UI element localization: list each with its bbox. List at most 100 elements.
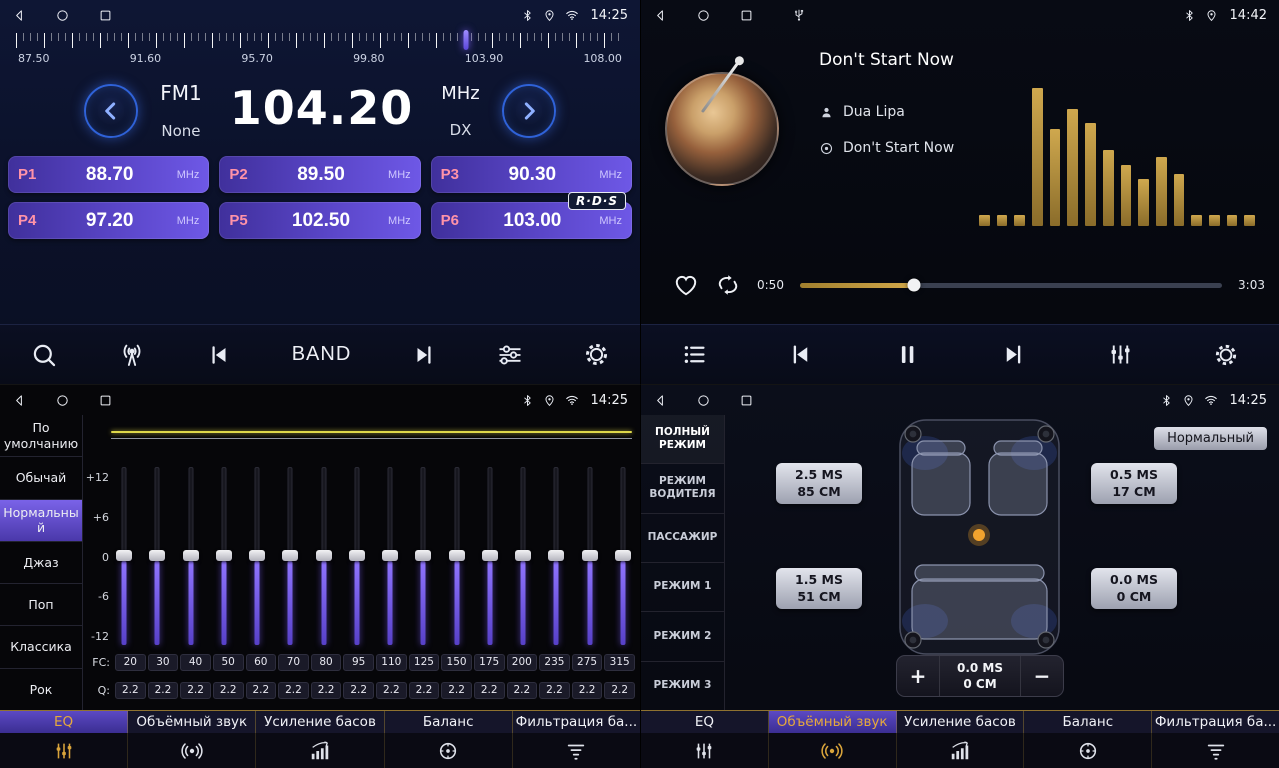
eq-q-value[interactable]: 2.2 (343, 682, 374, 699)
front-right-delay[interactable]: 0.5 MS 17 CM (1091, 463, 1177, 504)
eq-q-value[interactable]: 2.2 (278, 682, 309, 699)
eq-band-slider[interactable] (182, 467, 200, 645)
eq-q-value[interactable]: 2.2 (441, 682, 472, 699)
eq-fc-value[interactable]: 50 (213, 654, 244, 671)
eq-preset-jazz[interactable]: Джаз (0, 542, 82, 584)
preset-button-p5[interactable]: P5 102.50 MHz (219, 202, 420, 239)
eq-preset-classic[interactable]: Классика (0, 626, 82, 668)
sound-preset-button[interactable]: Нормальный (1154, 427, 1267, 450)
playlist-button[interactable] (681, 341, 708, 368)
band-button[interactable]: BAND (292, 343, 352, 366)
repeat-button[interactable] (715, 272, 741, 298)
eq-slider-handle[interactable] (316, 550, 332, 561)
eq-preset-custom[interactable]: Обычай (0, 457, 82, 499)
eq-slider-handle[interactable] (615, 550, 631, 561)
tab-filter-icon[interactable] (1152, 733, 1279, 768)
delay-increase-button[interactable]: + (897, 656, 939, 696)
eq-slider-handle[interactable] (183, 550, 199, 561)
mode-3[interactable]: РЕЖИМ 3 (641, 662, 724, 711)
eq-slider-handle[interactable] (449, 550, 465, 561)
audio-settings-button[interactable] (496, 341, 524, 369)
preset-button-p3[interactable]: P3 90.30 MHz (431, 156, 632, 193)
progress-slider[interactable] (800, 283, 1222, 288)
eq-q-value[interactable]: 2.2 (115, 682, 146, 699)
tab-balance[interactable]: Баланс (1024, 711, 1152, 733)
eq-band-slider[interactable] (414, 467, 432, 645)
tab-surround[interactable]: Объёмный звук (769, 711, 897, 733)
eq-fc-value[interactable]: 150 (441, 654, 472, 671)
tab-eq[interactable]: EQ (641, 711, 769, 733)
eq-fc-value[interactable]: 275 (572, 654, 603, 671)
tab-filter[interactable]: Фильтрация ба... (1152, 711, 1279, 733)
home-button[interactable] (55, 393, 70, 408)
tune-up-button[interactable] (502, 84, 556, 138)
mode-2[interactable]: РЕЖИМ 2 (641, 612, 724, 661)
settings-gear-button[interactable] (583, 341, 610, 368)
eq-slider-handle[interactable] (415, 550, 431, 561)
eq-preset-pop[interactable]: Поп (0, 584, 82, 626)
eq-band-slider[interactable] (215, 467, 233, 645)
eq-band-slider[interactable] (148, 467, 166, 645)
front-left-delay[interactable]: 2.5 MS 85 CM (776, 463, 862, 504)
eq-slider-handle[interactable] (382, 550, 398, 561)
eq-band-slider[interactable] (614, 467, 632, 645)
eq-q-value[interactable]: 2.2 (148, 682, 179, 699)
eq-q-value[interactable]: 2.2 (539, 682, 570, 699)
back-button[interactable] (12, 8, 27, 23)
home-button[interactable] (55, 8, 70, 23)
tab-balance[interactable]: Баланс (385, 711, 513, 733)
previous-track-button[interactable] (787, 341, 814, 368)
back-button[interactable] (653, 8, 668, 23)
eq-fc-value[interactable]: 200 (507, 654, 538, 671)
eq-slider-handle[interactable] (149, 550, 165, 561)
eq-slider-handle[interactable] (249, 550, 265, 561)
progress-thumb[interactable] (907, 279, 920, 292)
recents-button[interactable] (98, 8, 113, 23)
tab-surround-icon[interactable] (769, 733, 897, 768)
eq-fc-value[interactable]: 175 (474, 654, 505, 671)
rear-left-delay[interactable]: 1.5 MS 51 CM (776, 568, 862, 609)
preset-button-p4[interactable]: P4 97.20 MHz (8, 202, 209, 239)
mixer-button[interactable] (1107, 341, 1134, 368)
tab-bass-boost[interactable]: Усиление басов (256, 711, 384, 733)
eq-slider-handle[interactable] (282, 550, 298, 561)
eq-slider-handle[interactable] (582, 550, 598, 561)
eq-slider-handle[interactable] (548, 550, 564, 561)
eq-preset-normal[interactable]: Нормальный (0, 500, 82, 542)
eq-q-value[interactable]: 2.2 (246, 682, 277, 699)
back-button[interactable] (653, 393, 668, 408)
mode-full[interactable]: ПОЛНЫЙ РЕЖИМ (641, 415, 724, 464)
eq-band-slider[interactable] (381, 467, 399, 645)
eq-q-value[interactable]: 2.2 (507, 682, 538, 699)
eq-band-slider[interactable] (581, 467, 599, 645)
eq-q-value[interactable]: 2.2 (409, 682, 440, 699)
recents-button[interactable] (739, 8, 754, 23)
eq-q-value[interactable]: 2.2 (474, 682, 505, 699)
eq-fc-value[interactable]: 60 (246, 654, 277, 671)
eq-fc-value[interactable]: 315 (604, 654, 635, 671)
mode-1[interactable]: РЕЖИМ 1 (641, 563, 724, 612)
eq-slider-handle[interactable] (515, 550, 531, 561)
preset-button-p1[interactable]: P1 88.70 MHz (8, 156, 209, 193)
eq-slider-handle[interactable] (116, 550, 132, 561)
tab-filter-icon[interactable] (513, 733, 640, 768)
eq-band-slider[interactable] (115, 467, 133, 645)
eq-fc-value[interactable]: 20 (115, 654, 146, 671)
favorite-button[interactable] (673, 272, 699, 298)
tune-down-button[interactable] (84, 84, 138, 138)
mode-driver[interactable]: РЕЖИМ ВОДИТЕЛЯ (641, 464, 724, 513)
tab-eq[interactable]: EQ (0, 711, 128, 733)
tab-surround-icon[interactable] (128, 733, 256, 768)
tab-bass-boost[interactable]: Усиление басов (897, 711, 1025, 733)
pause-button[interactable] (894, 341, 921, 368)
tab-bass-boost-icon[interactable] (897, 733, 1025, 768)
home-button[interactable] (696, 8, 711, 23)
mode-passenger[interactable]: ПАССАЖИР (641, 514, 724, 563)
eq-band-slider[interactable] (248, 467, 266, 645)
tab-filter[interactable]: Фильтрация ба... (513, 711, 640, 733)
eq-slider-handle[interactable] (482, 550, 498, 561)
scan-search-button[interactable] (30, 341, 58, 369)
eq-q-value[interactable]: 2.2 (376, 682, 407, 699)
tab-bass-boost-icon[interactable] (256, 733, 384, 768)
home-button[interactable] (696, 393, 711, 408)
